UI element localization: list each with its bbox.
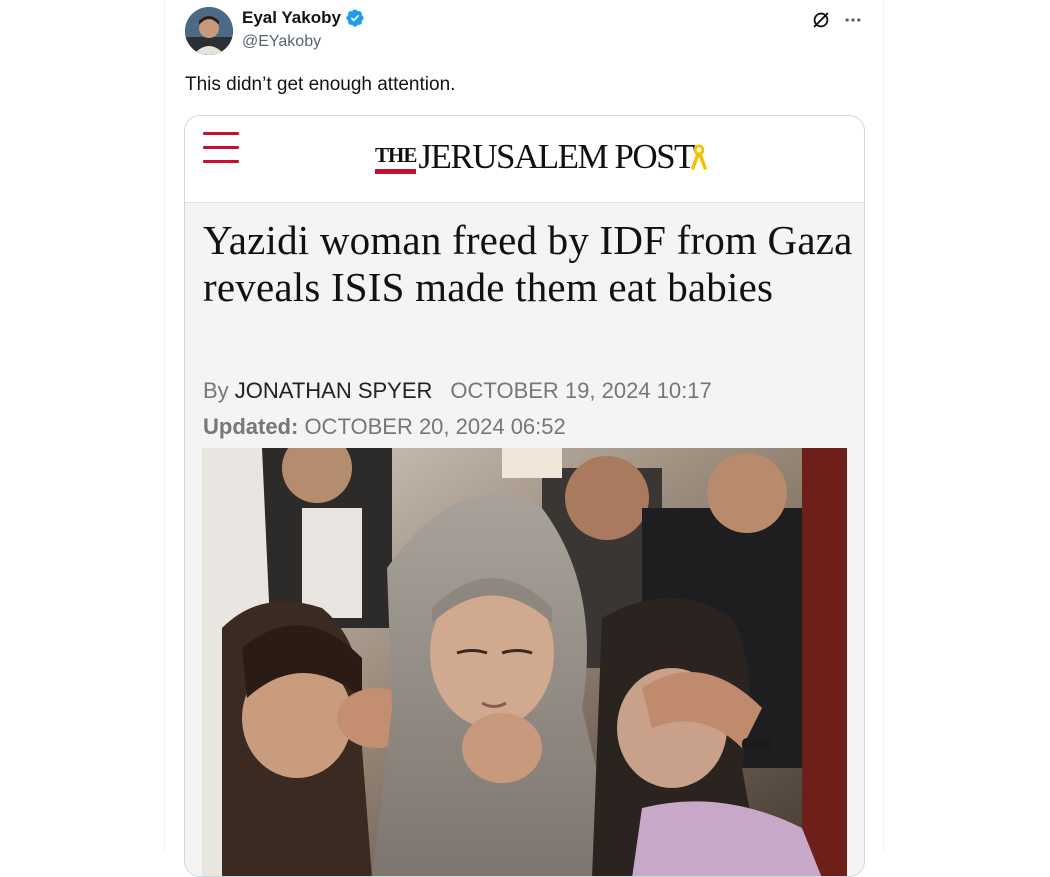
display-name[interactable]: Eyal Yakoby — [242, 8, 341, 28]
publication-logo: THE JERUSALEM POST — [375, 132, 708, 178]
article-body: Yazidi woman freed by IDF from Gaza reve… — [185, 203, 864, 876]
tweet: Eyal Yakoby @EYakoby This didn’t get eno… — [165, 0, 883, 877]
updated-date: OCTOBER 20, 2024 06:52 — [298, 414, 566, 439]
column-border-right — [883, 0, 884, 852]
logo-the: THE — [375, 145, 417, 178]
updated-label: Updated: — [203, 414, 299, 439]
handle[interactable]: @EYakoby — [242, 33, 321, 51]
hamburger-menu-icon — [203, 132, 239, 164]
published-date: OCTOBER 19, 2024 10:17 — [450, 378, 712, 403]
yellow-ribbon-icon — [691, 144, 707, 170]
verified-badge-icon — [345, 8, 365, 28]
logo-name: JERUSALEM POST — [418, 137, 695, 176]
author-name-row: Eyal Yakoby — [242, 8, 365, 28]
publication-header: THE JERUSALEM POST — [185, 116, 864, 203]
article-photo — [202, 448, 847, 876]
grok-icon[interactable] — [809, 8, 833, 32]
byline-prefix: By — [203, 378, 235, 403]
updated-date-line: Updated: OCTOBER 20, 2024 06:52 — [203, 414, 566, 440]
article-author: JONATHAN SPYER — [234, 378, 433, 403]
article-byline: By JONATHAN SPYER OCTOBER 19, 2024 10:17 — [203, 378, 712, 404]
article-headline: Yazidi woman freed by IDF from Gaza reve… — [203, 217, 853, 310]
avatar[interactable] — [185, 7, 233, 55]
tweet-media-image[interactable]: THE JERUSALEM POST Yazidi woman freed by… — [184, 115, 865, 877]
tweet-text: This didn’t get enough attention. — [185, 74, 456, 95]
more-icon[interactable] — [841, 8, 865, 32]
